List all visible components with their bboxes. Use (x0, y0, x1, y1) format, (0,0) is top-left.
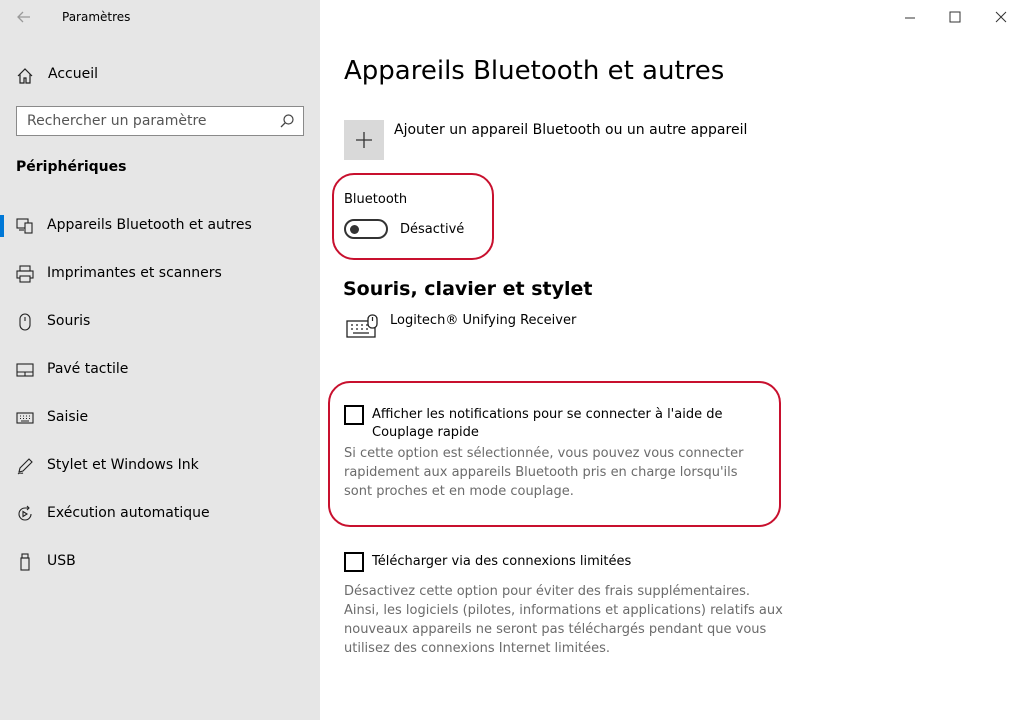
add-device-button[interactable] (344, 120, 384, 160)
app-title: Paramètres (62, 10, 131, 24)
sidebar-item-touchpad[interactable]: Pavé tactile (0, 350, 320, 390)
autoplay-icon (16, 505, 34, 523)
sidebar-item-mouse[interactable]: Souris (0, 302, 320, 342)
device-name[interactable]: Logitech® Unifying Receiver (390, 313, 576, 328)
title-bar: Paramètres (0, 0, 320, 34)
sidebar-item-label: Accueil (48, 66, 98, 82)
pen-icon (16, 457, 34, 475)
sidebar-item-home[interactable]: Accueil (0, 60, 320, 90)
minimize-icon[interactable] (900, 8, 920, 28)
usb-icon (16, 553, 34, 571)
close-icon[interactable] (991, 8, 1011, 28)
sidebar-item-bluetooth[interactable]: Appareils Bluetooth et autres (0, 206, 320, 246)
maximize-icon[interactable] (945, 8, 965, 28)
bluetooth-devices-icon (16, 217, 34, 235)
back-arrow-icon[interactable] (14, 7, 34, 27)
metered-download-label[interactable]: Télécharger via des connexions limitées (372, 553, 772, 571)
sidebar-item-label: Exécution automatique (47, 505, 210, 521)
bluetooth-state-label: Désactivé (400, 222, 465, 237)
keyboard-mouse-icon (345, 313, 379, 341)
section-title: Périphériques (16, 159, 127, 175)
sidebar-item-typing[interactable]: Saisie (0, 398, 320, 438)
page-title: Appareils Bluetooth et autres (344, 56, 725, 86)
metered-download-checkbox[interactable] (344, 552, 364, 572)
toggle-knob (350, 225, 359, 234)
sidebar-item-usb[interactable]: USB (0, 542, 320, 582)
sidebar-item-label: Appareils Bluetooth et autres (47, 217, 252, 233)
sidebar-item-label: Saisie (47, 409, 89, 425)
printer-icon (16, 265, 34, 283)
sidebar-item-label: Pavé tactile (47, 361, 129, 377)
search-icon[interactable] (279, 113, 295, 129)
sidebar-item-label: Stylet et Windows Ink (47, 457, 199, 473)
bluetooth-toggle[interactable] (344, 219, 388, 239)
sidebar-item-label: Souris (47, 313, 91, 329)
devices-section-heading: Souris, clavier et stylet (343, 278, 593, 300)
plus-icon (356, 132, 372, 148)
swift-pair-label[interactable]: Afficher les notifications pour se conne… (372, 406, 772, 442)
touchpad-icon (16, 361, 34, 379)
home-icon (16, 67, 34, 85)
sidebar-item-printers[interactable]: Imprimantes et scanners (0, 254, 320, 294)
highlight-box-bluetooth (332, 173, 494, 260)
sidebar: Paramètres Accueil Rechercher un paramèt… (0, 0, 320, 720)
sidebar-item-autoplay[interactable]: Exécution automatique (0, 494, 320, 534)
keyboard-icon (16, 409, 34, 427)
sidebar-item-label: Imprimantes et scanners (47, 265, 222, 281)
search-input[interactable]: Rechercher un paramètre (16, 106, 304, 136)
main-content: Appareils Bluetooth et autres Ajouter un… (320, 0, 1023, 720)
swift-pair-description: Si cette option est sélectionnée, vous p… (344, 446, 744, 499)
search-placeholder: Rechercher un paramètre (27, 113, 207, 129)
selection-indicator (0, 215, 4, 237)
mouse-icon (16, 313, 34, 331)
add-device-label[interactable]: Ajouter un appareil Bluetooth ou un autr… (394, 122, 747, 138)
sidebar-item-pen[interactable]: Stylet et Windows Ink (0, 446, 320, 486)
sidebar-item-label: USB (47, 553, 76, 569)
bluetooth-label: Bluetooth (344, 192, 408, 207)
metered-download-description: Désactivez cette option pour éviter des … (344, 584, 783, 656)
swift-pair-checkbox[interactable] (344, 405, 364, 425)
